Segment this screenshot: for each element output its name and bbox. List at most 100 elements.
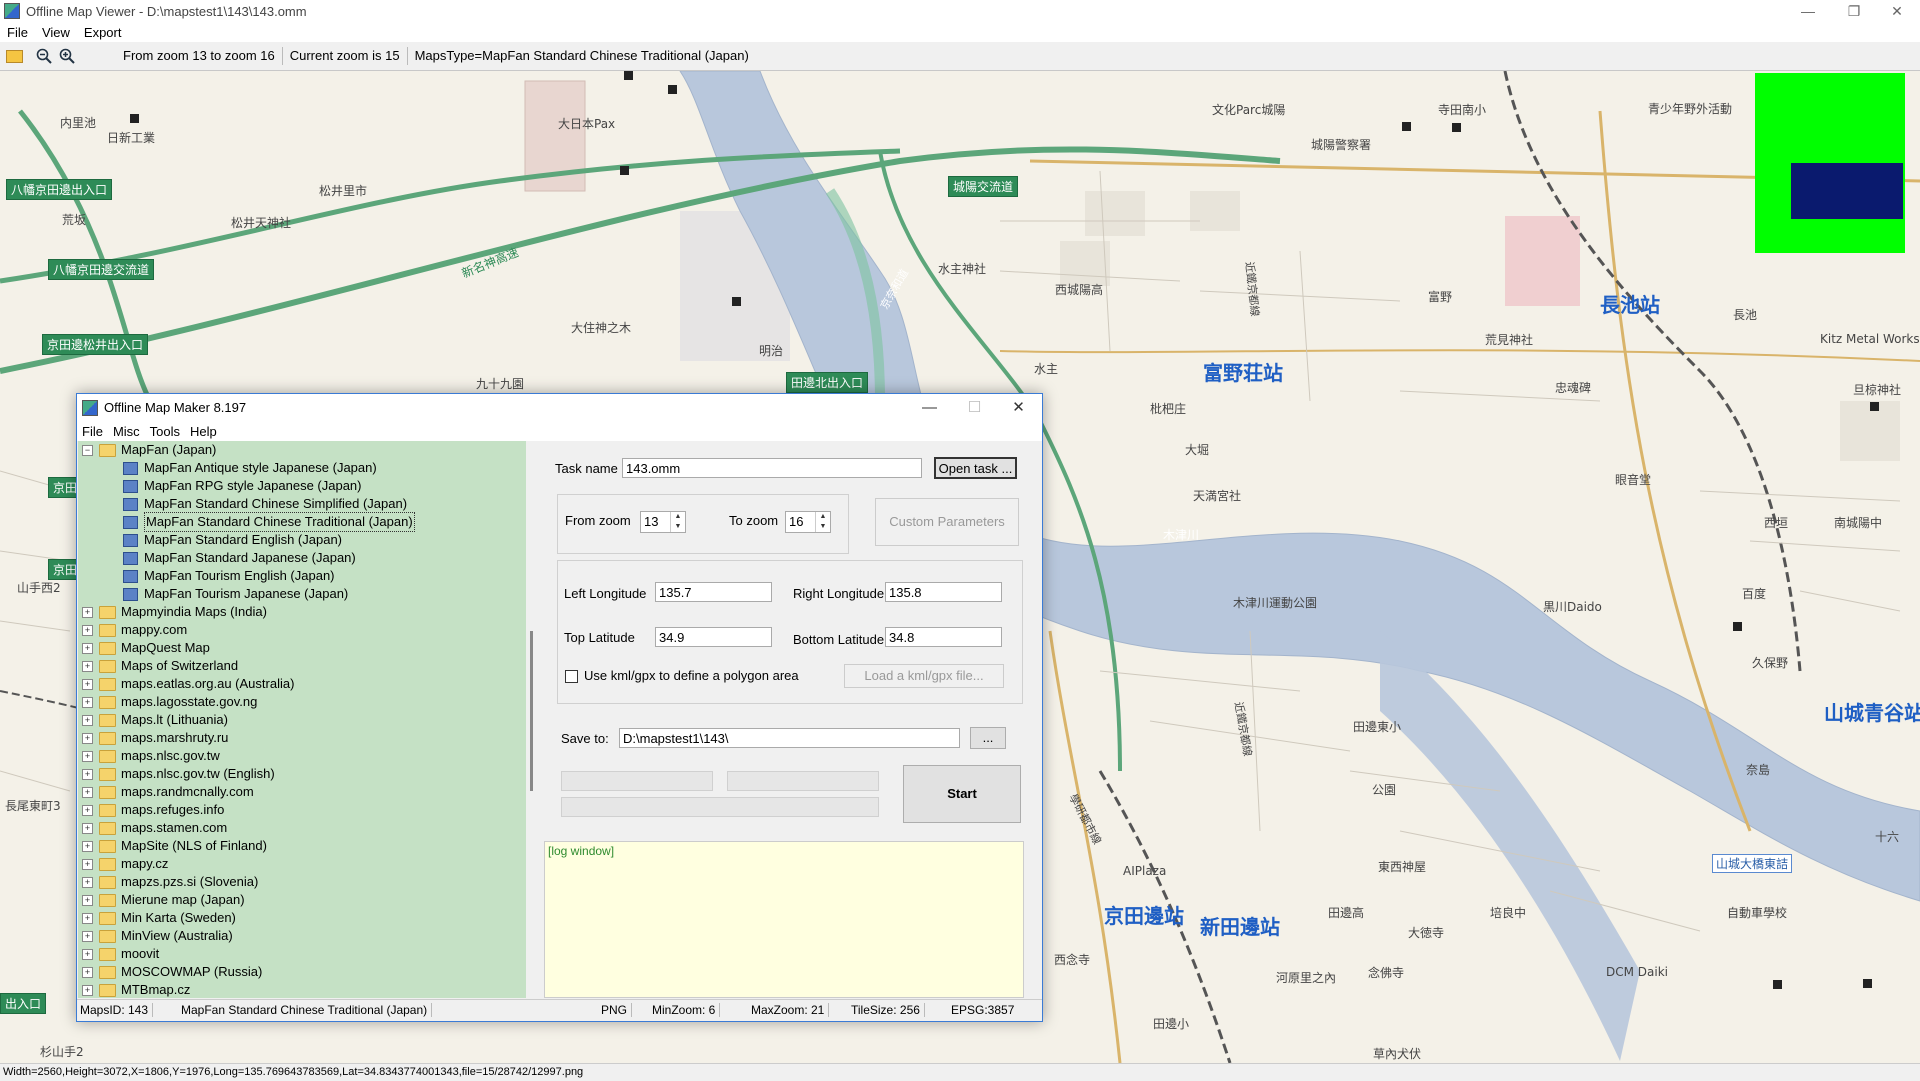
dialog-maximize-button[interactable]: ☐: [952, 394, 997, 421]
from-zoom-spinner[interactable]: 13 ▲ ▼: [640, 511, 686, 533]
tree-map-item-selected[interactable]: MapFan Standard Chinese Traditional (Jap…: [123, 512, 415, 532]
progress-bar-total: [561, 797, 879, 817]
tree-map-item[interactable]: MapFan Standard Chinese Simplified (Japa…: [123, 495, 407, 513]
dialog-menu-tools[interactable]: Tools: [145, 424, 185, 439]
tree-folder[interactable]: + mappy.com: [82, 621, 187, 639]
dialog-menu-misc[interactable]: Misc: [108, 424, 145, 439]
expand-icon[interactable]: +: [82, 966, 93, 978]
tree-folder[interactable]: + maps.randmcnally.com: [82, 783, 254, 801]
tree-folder[interactable]: + maps.eatlas.org.au (Australia): [82, 675, 294, 693]
tree-folder[interactable]: + maps.nlsc.gov.tw: [82, 747, 220, 765]
tree-folder[interactable]: + mapzs.pzs.si (Slovenia): [82, 873, 258, 891]
map-label: 城陽警察署: [1311, 138, 1372, 152]
tree-folder[interactable]: + MapQuest Map: [82, 639, 210, 657]
menu-view[interactable]: View: [35, 25, 77, 40]
expand-icon[interactable]: +: [82, 804, 93, 816]
log-scrollbar[interactable]: [1024, 841, 1041, 998]
open-task-button[interactable]: Open task ...: [934, 457, 1017, 479]
menu-export[interactable]: Export: [77, 25, 129, 40]
expand-icon[interactable]: +: [82, 912, 93, 924]
tree-folder[interactable]: + MTBmap.cz: [82, 981, 190, 998]
restore-button[interactable]: ❐: [1831, 0, 1877, 22]
expand-icon[interactable]: +: [82, 606, 93, 618]
tree-folder[interactable]: + Mapmyindia Maps (India): [82, 603, 267, 621]
tree-folder[interactable]: + maps.refuges.info: [82, 801, 224, 819]
tree-folder[interactable]: + moovit: [82, 945, 159, 963]
start-button[interactable]: Start: [903, 765, 1021, 823]
scroll-thumb[interactable]: [530, 631, 533, 791]
expand-icon[interactable]: +: [82, 678, 93, 690]
tree-folder[interactable]: + MinView (Australia): [82, 927, 233, 945]
save-to-input[interactable]: D:\mapstest1\143\: [619, 728, 960, 748]
left-longitude-input[interactable]: 135.7: [655, 582, 772, 602]
tree-folder[interactable]: + Maps of Switzerland: [82, 657, 238, 675]
map-label: 田邊小: [1153, 1017, 1190, 1031]
expand-icon[interactable]: +: [82, 642, 93, 654]
expand-icon[interactable]: +: [82, 624, 93, 636]
expand-icon[interactable]: +: [82, 768, 93, 780]
tree-folder[interactable]: + maps.nlsc.gov.tw (English): [82, 765, 275, 783]
tree-folder[interactable]: + Min Karta (Sweden): [82, 909, 236, 927]
map-label: 西垣: [1764, 516, 1789, 530]
expand-icon[interactable]: +: [82, 876, 93, 888]
right-longitude-input[interactable]: 135.8: [885, 582, 1002, 602]
zoom-out-icon[interactable]: [35, 47, 53, 65]
expand-icon[interactable]: +: [82, 696, 93, 708]
tree-folder[interactable]: + Maps.lt (Lithuania): [82, 711, 228, 729]
to-zoom-spinner[interactable]: 16 ▲ ▼: [785, 511, 831, 533]
tree-map-item[interactable]: MapFan Tourism English (Japan): [123, 567, 335, 585]
browse-button[interactable]: ...: [970, 727, 1006, 749]
tree-map-item[interactable]: MapFan Tourism Japanese (Japan): [123, 585, 348, 603]
zoom-in-icon[interactable]: [58, 47, 76, 65]
dialog-minimize-button[interactable]: —: [907, 394, 952, 421]
map-icon: [123, 497, 138, 511]
tree-scrollbar[interactable]: [526, 441, 543, 998]
spinner-arrows-icon[interactable]: ▲ ▼: [670, 512, 685, 532]
dialog-close-button[interactable]: ✕: [996, 394, 1041, 421]
expand-icon[interactable]: +: [82, 750, 93, 762]
expand-icon[interactable]: +: [82, 894, 93, 906]
dialog-menu-help[interactable]: Help: [185, 424, 222, 439]
log-window[interactable]: [log window]: [544, 841, 1024, 998]
map-label: 田邊高: [1328, 906, 1365, 920]
tree-folder[interactable]: + MOSCOWMAP (Russia): [82, 963, 262, 981]
tree-folder[interactable]: + maps.stamen.com: [82, 819, 227, 837]
open-folder-icon[interactable]: [5, 47, 23, 65]
tree-map-item[interactable]: MapFan Antique style Japanese (Japan): [123, 459, 377, 477]
tree-map-item[interactable]: MapFan Standard Japanese (Japan): [123, 549, 356, 567]
custom-parameters-button[interactable]: Custom Parameters: [875, 498, 1019, 546]
menu-file[interactable]: File: [0, 25, 35, 40]
tree-folder-expanded[interactable]: − MapFan (Japan): [82, 441, 216, 459]
expand-icon[interactable]: +: [82, 858, 93, 870]
expand-icon[interactable]: +: [82, 930, 93, 942]
load-kml-button[interactable]: Load a kml/gpx file...: [844, 664, 1004, 688]
tree-folder[interactable]: + maps.lagosstate.gov.ng: [82, 693, 257, 711]
folder-icon: [99, 785, 116, 799]
expand-icon[interactable]: +: [82, 732, 93, 744]
expand-icon[interactable]: +: [82, 984, 93, 996]
tree-folder[interactable]: + Mierune map (Japan): [82, 891, 245, 909]
bottom-latitude-input[interactable]: 34.8: [885, 627, 1002, 647]
tree-folder[interactable]: + MapSite (NLS of Finland): [82, 837, 267, 855]
spinner-arrows-icon[interactable]: ▲ ▼: [815, 512, 830, 532]
overview-viewport[interactable]: [1791, 163, 1903, 219]
expand-icon[interactable]: +: [82, 714, 93, 726]
collapse-icon[interactable]: −: [82, 444, 93, 456]
map-source-tree[interactable]: − MapFan (Japan) MapFan Antique style Ja…: [78, 441, 527, 998]
tree-folder[interactable]: + mapy.cz: [82, 855, 168, 873]
tree-map-item[interactable]: MapFan RPG style Japanese (Japan): [123, 477, 362, 495]
expand-icon[interactable]: +: [82, 822, 93, 834]
expand-icon[interactable]: +: [82, 660, 93, 672]
minimize-button[interactable]: —: [1785, 0, 1831, 22]
tree-folder[interactable]: + maps.marshruty.ru: [82, 729, 228, 747]
top-latitude-input[interactable]: 34.9: [655, 627, 772, 647]
expand-icon[interactable]: +: [82, 948, 93, 960]
close-button[interactable]: ✕: [1874, 0, 1920, 22]
task-name-input[interactable]: 143.omm: [622, 458, 922, 478]
expand-icon[interactable]: +: [82, 786, 93, 798]
kml-checkbox[interactable]: [565, 670, 578, 683]
tree-map-item[interactable]: MapFan Standard English (Japan): [123, 531, 342, 549]
expand-icon[interactable]: +: [82, 840, 93, 852]
factory-icon: [1452, 123, 1461, 132]
dialog-menu-file[interactable]: File: [77, 424, 108, 439]
